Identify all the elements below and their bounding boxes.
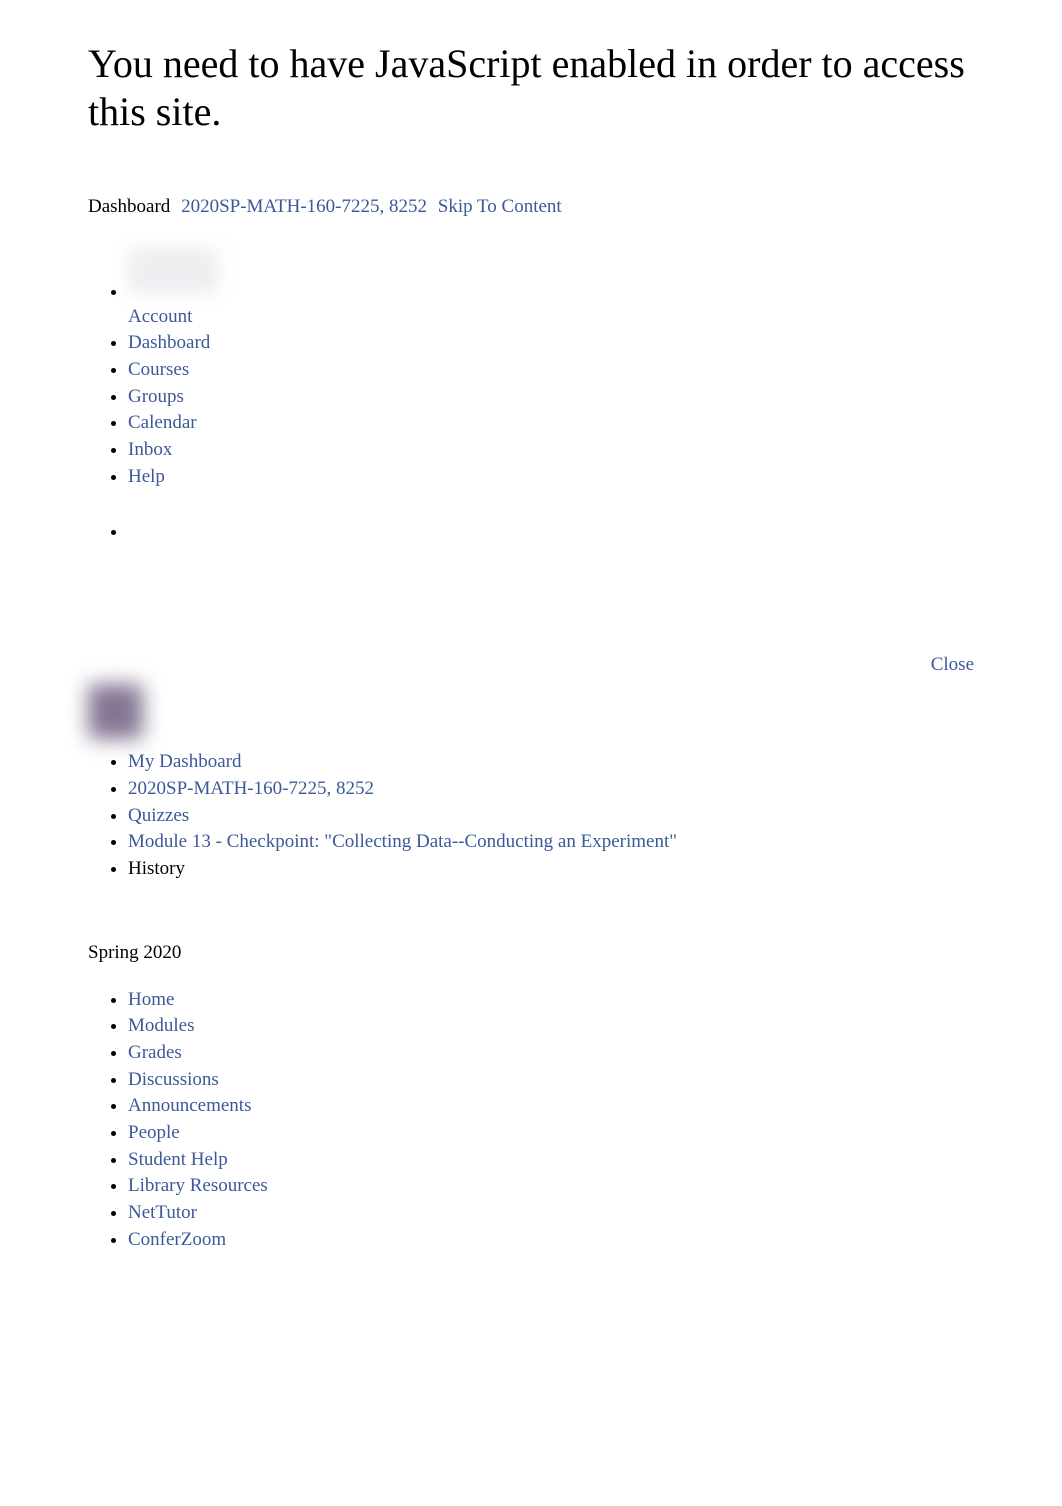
dashboard-label: Dashboard [88, 196, 170, 217]
course-nav-modules[interactable]: Modules [128, 1015, 195, 1036]
course-nav-nettutor[interactable]: NetTutor [128, 1202, 197, 1223]
close-link[interactable]: Close [931, 654, 974, 675]
course-nav-conferzoom[interactable]: ConferZoom [128, 1229, 226, 1250]
course-nav-discussions[interactable]: Discussions [128, 1069, 219, 1090]
course-nav-home[interactable]: Home [128, 989, 174, 1010]
nav-courses-link[interactable]: Courses [128, 359, 189, 380]
global-nav: Account Dashboard Courses Groups Calenda… [88, 248, 974, 544]
js-warning-heading: You need to have JavaScript enabled in o… [88, 40, 974, 136]
course-nav-people[interactable]: People [128, 1122, 180, 1143]
breadcrumb-list: My Dashboard 2020SP-MATH-160-7225, 8252 … [0, 750, 1062, 881]
nav-inbox-link[interactable]: Inbox [128, 439, 172, 460]
nav-empty-item [128, 520, 974, 545]
course-nav-grades[interactable]: Grades [128, 1042, 182, 1063]
nav-groups-link[interactable]: Groups [128, 386, 184, 407]
breadcrumb-quiz-title[interactable]: Module 13 - Checkpoint: "Collecting Data… [128, 831, 677, 852]
breadcrumb-my-dashboard[interactable]: My Dashboard [128, 751, 241, 772]
institution-logo-icon [88, 684, 143, 739]
course-nav-student-help[interactable]: Student Help [128, 1149, 228, 1170]
course-link-top[interactable]: 2020SP-MATH-160-7225, 8252 [181, 196, 427, 217]
nav-account-item: Account [128, 248, 974, 329]
nav-account-link[interactable]: Account [128, 306, 192, 327]
course-nav-announcements[interactable]: Announcements [128, 1095, 251, 1116]
top-breadcrumb: Dashboard 2020SP-MATH-160-7225, 8252 Ski… [88, 196, 974, 218]
course-nav: Home Modules Grades Discussions Announce… [0, 988, 1062, 1253]
breadcrumb-course[interactable]: 2020SP-MATH-160-7225, 8252 [128, 778, 374, 799]
course-nav-library-resources[interactable]: Library Resources [128, 1175, 268, 1196]
nav-help-link[interactable]: Help [128, 466, 165, 487]
nav-dashboard-link[interactable]: Dashboard [128, 332, 210, 353]
breadcrumb-quizzes[interactable]: Quizzes [128, 805, 189, 826]
skip-to-content-link[interactable]: Skip To Content [438, 196, 562, 217]
term-label: Spring 2020 [88, 942, 1062, 964]
nav-calendar-link[interactable]: Calendar [128, 412, 197, 433]
avatar-icon [128, 248, 218, 293]
breadcrumb-history: History [128, 858, 185, 879]
